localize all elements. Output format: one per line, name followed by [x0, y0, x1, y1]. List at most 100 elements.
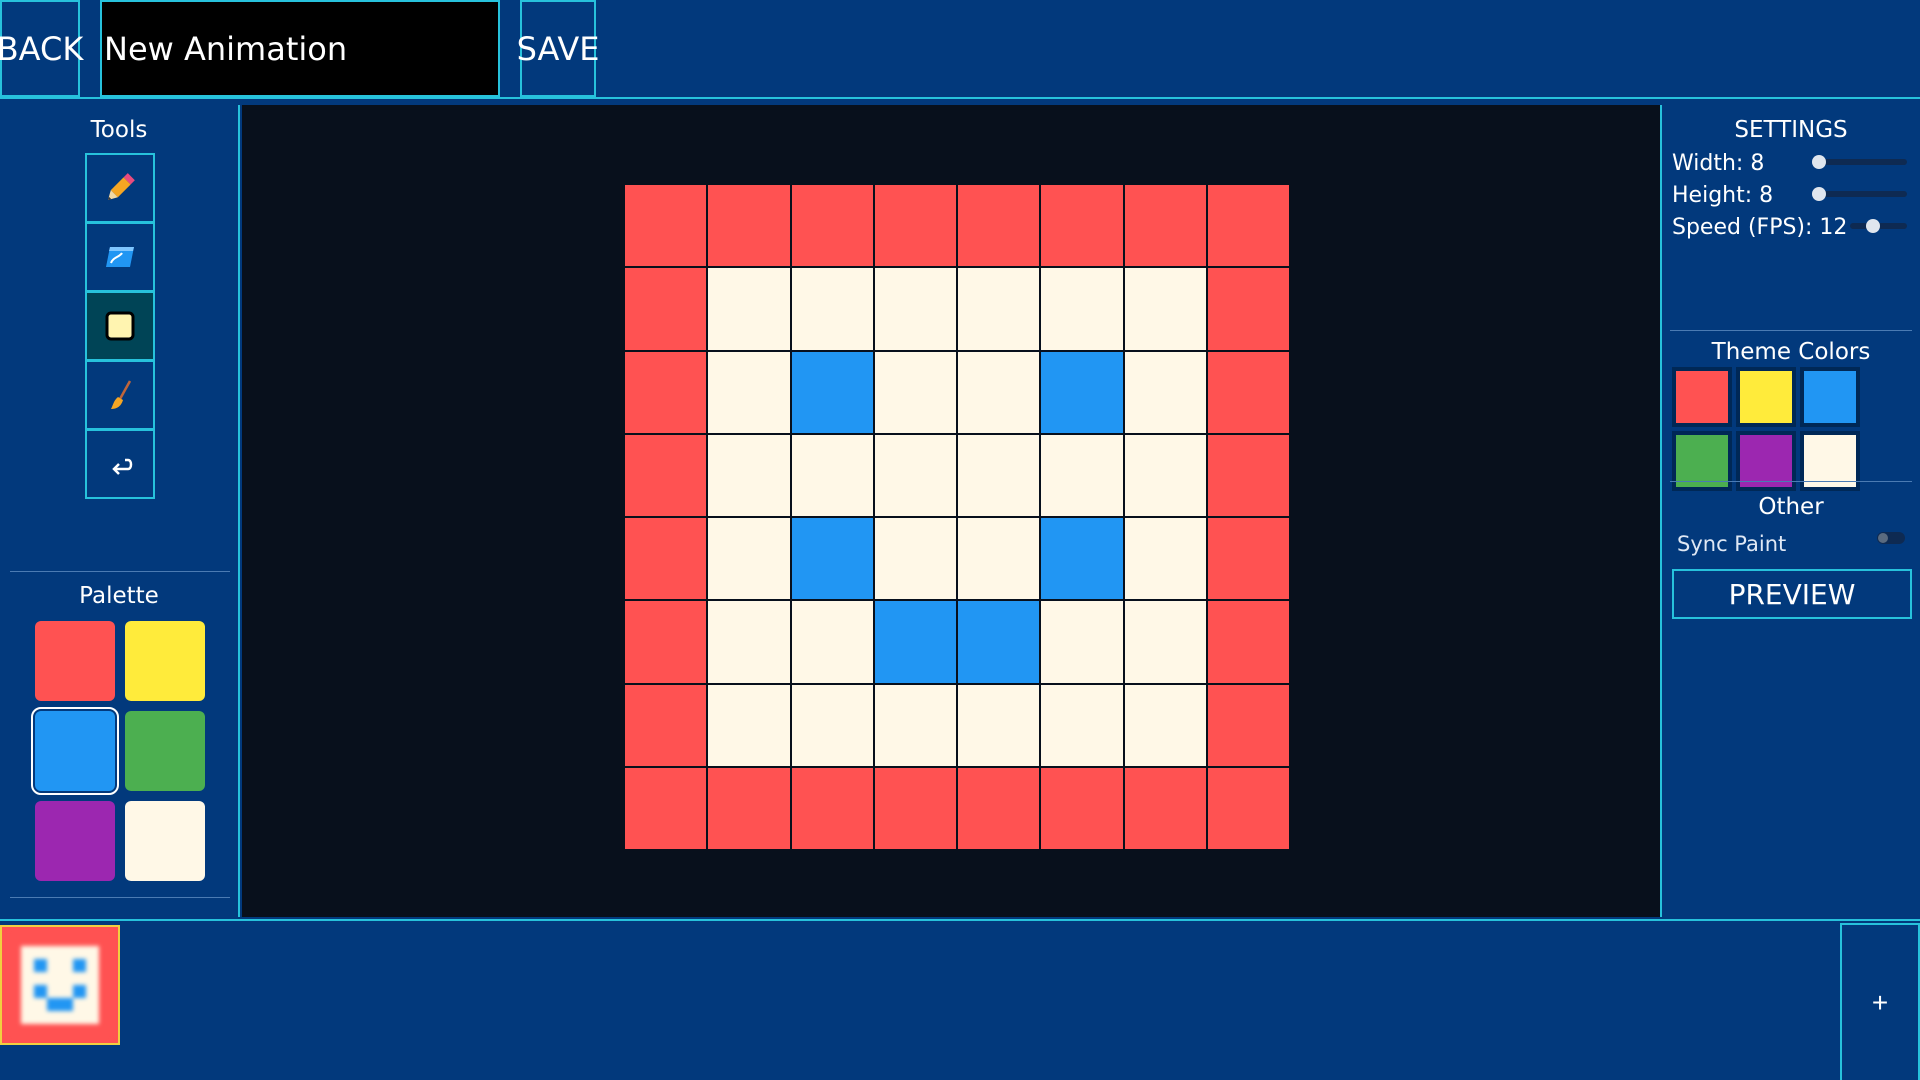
eraser-tool-button[interactable] — [85, 222, 155, 292]
pixel-cell[interactable] — [625, 684, 707, 766]
pixel-cell[interactable] — [1124, 684, 1206, 766]
pixel-cell[interactable] — [958, 767, 1040, 849]
theme-color-swatch[interactable] — [1736, 367, 1796, 427]
pixel-cell[interactable] — [1207, 601, 1289, 683]
theme-color-swatch[interactable] — [1672, 367, 1732, 427]
speed-slider-thumb[interactable] — [1865, 219, 1880, 233]
pixel-cell[interactable] — [958, 185, 1040, 267]
pixel-cell[interactable] — [1041, 767, 1123, 849]
pixel-cell[interactable] — [1041, 351, 1123, 433]
pixel-cell[interactable] — [625, 434, 707, 516]
pixel-cell[interactable] — [874, 518, 956, 600]
pixel-cell[interactable] — [958, 351, 1040, 433]
pixel-cell[interactable] — [791, 767, 873, 849]
pixel-cell[interactable] — [874, 434, 956, 516]
pixel-cell[interactable] — [708, 684, 790, 766]
pixel-cell[interactable] — [1124, 518, 1206, 600]
width-slider-thumb[interactable] — [1812, 155, 1826, 169]
speed-slider[interactable] — [1850, 219, 1907, 233]
pixel-cell[interactable] — [708, 351, 790, 433]
undo-tool-button[interactable] — [85, 429, 155, 499]
pixel-cell[interactable] — [625, 601, 707, 683]
pixel-cell[interactable] — [1124, 434, 1206, 516]
frame-timeline: + — [0, 919, 1920, 1080]
pixel-cell[interactable] — [1124, 185, 1206, 267]
pixel-cell[interactable] — [708, 767, 790, 849]
pixel-cell[interactable] — [791, 601, 873, 683]
pixel-cell[interactable] — [708, 434, 790, 516]
pixel-cell[interactable] — [1124, 767, 1206, 849]
pixel-cell[interactable] — [708, 518, 790, 600]
theme-color-swatch[interactable] — [1800, 431, 1860, 491]
pixel-cell[interactable] — [791, 351, 873, 433]
theme-color-swatch[interactable] — [1800, 367, 1860, 427]
pixel-cell[interactable] — [1124, 351, 1206, 433]
pixel-cell[interactable] — [708, 185, 790, 267]
palette-swatch[interactable] — [125, 801, 205, 881]
pixel-cell[interactable] — [625, 351, 707, 433]
preview-button[interactable]: PREVIEW — [1672, 569, 1912, 619]
pixel-cell[interactable] — [625, 268, 707, 350]
pixel-cell[interactable] — [791, 434, 873, 516]
pixel-cell[interactable] — [958, 601, 1040, 683]
pixel-cell[interactable] — [791, 684, 873, 766]
thumbnail-pixel — [8, 1024, 21, 1037]
pixel-cell[interactable] — [1041, 268, 1123, 350]
pixel-cell[interactable] — [958, 268, 1040, 350]
height-slider-thumb[interactable] — [1812, 187, 1826, 201]
pixel-cell[interactable] — [1041, 185, 1123, 267]
pixel-cell[interactable] — [625, 518, 707, 600]
palette-swatch[interactable] — [125, 621, 205, 701]
pixel-cell[interactable] — [1207, 351, 1289, 433]
sync-paint-toggle[interactable] — [1877, 532, 1905, 544]
pixel-cell[interactable] — [1041, 434, 1123, 516]
pixel-cell[interactable] — [791, 268, 873, 350]
save-button[interactable]: SAVE — [517, 0, 599, 97]
animation-title-input[interactable] — [100, 0, 500, 97]
undo-icon — [112, 458, 133, 475]
thumbnail-pixel — [73, 1011, 86, 1024]
pixel-cell[interactable] — [874, 185, 956, 267]
theme-color-swatch[interactable] — [1736, 431, 1796, 491]
pixel-cell[interactable] — [1041, 684, 1123, 766]
pixel-cell[interactable] — [874, 767, 956, 849]
pencil-tool-button[interactable] — [85, 153, 155, 223]
pixel-cell[interactable] — [708, 268, 790, 350]
pixel-cell[interactable] — [1207, 684, 1289, 766]
pixel-cell[interactable] — [1124, 268, 1206, 350]
pixel-cell[interactable] — [708, 601, 790, 683]
add-frame-button[interactable]: + — [1840, 923, 1920, 1080]
palette-swatch[interactable] — [35, 621, 115, 701]
palette-swatch[interactable] — [35, 801, 115, 881]
pixel-grid[interactable] — [625, 185, 1289, 849]
pixel-cell[interactable] — [958, 684, 1040, 766]
fill-square-tool-button[interactable] — [85, 291, 155, 361]
pixel-cell[interactable] — [874, 268, 956, 350]
pixel-cell[interactable] — [1041, 601, 1123, 683]
pixel-cell[interactable] — [1041, 518, 1123, 600]
pixel-cell[interactable] — [625, 767, 707, 849]
height-slider[interactable] — [1812, 187, 1907, 201]
pixel-cell[interactable] — [874, 601, 956, 683]
pixel-cell[interactable] — [874, 684, 956, 766]
pixel-cell[interactable] — [1207, 185, 1289, 267]
pixel-cell[interactable] — [1207, 767, 1289, 849]
pixel-cell[interactable] — [958, 434, 1040, 516]
pixel-cell[interactable] — [1207, 518, 1289, 600]
width-slider[interactable] — [1812, 155, 1907, 169]
back-button[interactable]: BACK — [0, 0, 83, 97]
palette-swatch[interactable] — [31, 707, 119, 795]
thumbnail-pixel — [99, 985, 112, 998]
pixel-cell[interactable] — [625, 185, 707, 267]
pixel-cell[interactable] — [1207, 268, 1289, 350]
pixel-cell[interactable] — [958, 518, 1040, 600]
theme-color-swatch[interactable] — [1672, 431, 1732, 491]
pixel-cell[interactable] — [874, 351, 956, 433]
palette-swatch[interactable] — [125, 711, 205, 791]
frame-thumbnail[interactable] — [0, 925, 120, 1045]
brush-tool-button[interactable] — [85, 360, 155, 430]
pixel-cell[interactable] — [1124, 601, 1206, 683]
pixel-cell[interactable] — [791, 518, 873, 600]
pixel-cell[interactable] — [1207, 434, 1289, 516]
pixel-cell[interactable] — [791, 185, 873, 267]
